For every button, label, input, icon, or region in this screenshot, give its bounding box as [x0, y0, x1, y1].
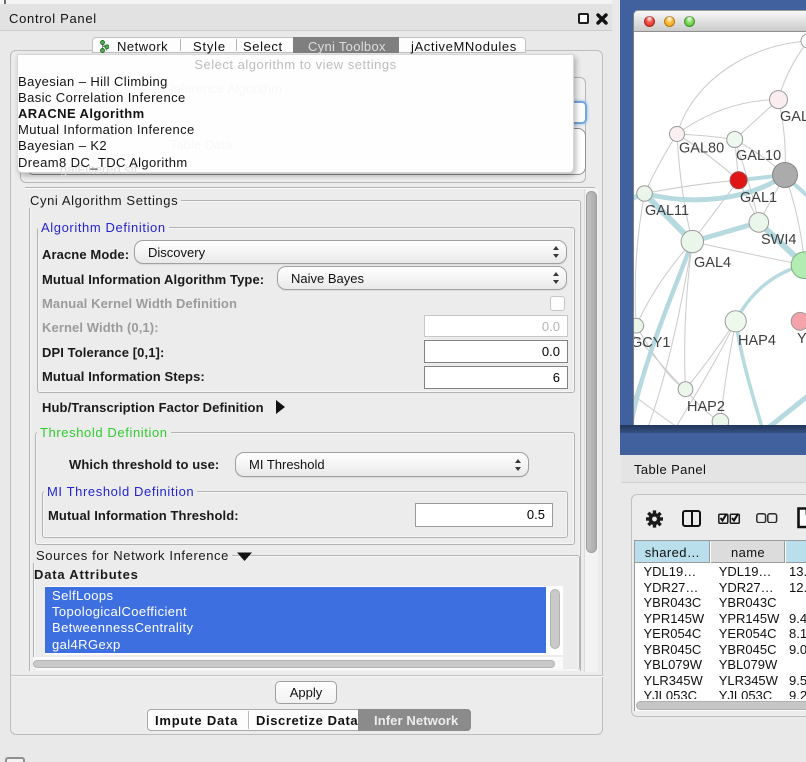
svg-text:GAL1: GAL1: [740, 190, 777, 206]
svg-text:GAL2: GAL2: [780, 109, 806, 125]
svg-text:GAL10: GAL10: [736, 148, 781, 164]
svg-text:SWI4: SWI4: [761, 232, 796, 248]
svg-text:GCY1: GCY1: [634, 335, 671, 351]
svg-text:HAP4: HAP4: [738, 333, 776, 349]
svg-text:HAP2: HAP2: [687, 399, 725, 415]
svg-text:GAL80: GAL80: [679, 141, 724, 157]
svg-text:GAL11: GAL11: [645, 203, 689, 219]
svg-text:YH: YH: [797, 331, 806, 347]
svg-text:GAL4: GAL4: [694, 255, 731, 271]
